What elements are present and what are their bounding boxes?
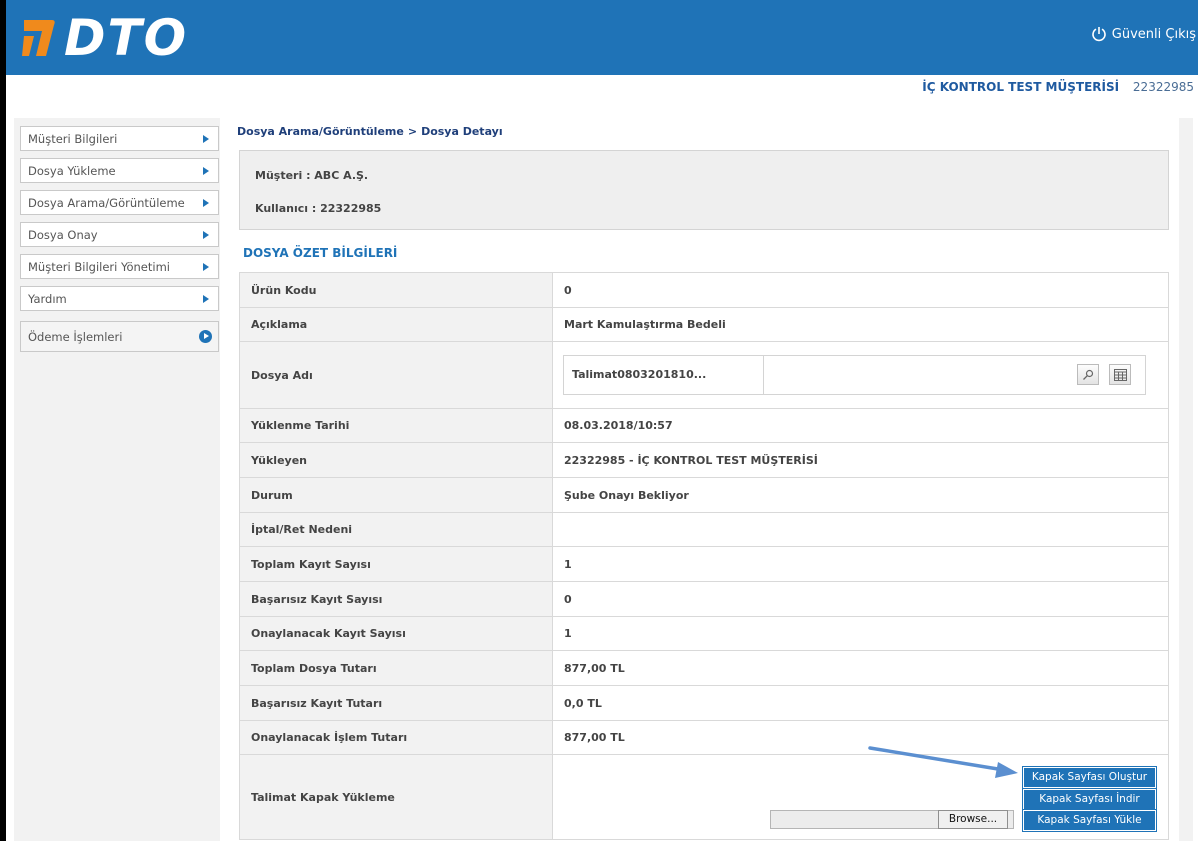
sidebar-item-dosya-arama[interactable]: Dosya Arama/Görüntüleme	[20, 190, 219, 215]
file-details-table: Ürün Kodu 0 Açıklama Mart Kamulaştırma B…	[239, 272, 1169, 840]
circle-arrow-icon	[199, 330, 212, 343]
calendar-button[interactable]	[1109, 364, 1131, 385]
download-cover-button[interactable]: Kapak Sayfası İndir	[1023, 789, 1156, 810]
caret-right-icon	[203, 167, 209, 175]
breadcrumb-parent-link[interactable]: Dosya Arama/Görüntüleme	[237, 125, 404, 138]
customer-label: Müşteri : ABC A.Ş.	[255, 169, 369, 182]
row-label: Başarısız Kayıt Sayısı	[239, 581, 553, 617]
row-label: Toplam Dosya Tutarı	[239, 650, 553, 686]
sidebar-item-label: Müşteri Bilgileri Yönetimi	[28, 259, 170, 274]
user-name: İÇ KONTROL TEST MÜŞTERİSİ	[922, 80, 1120, 94]
section-title: DOSYA ÖZET BİLGİLERİ	[243, 246, 398, 260]
row-label: Ürün Kodu	[239, 272, 553, 308]
table-row: Yükleyen 22322985 - İÇ KONTROL TEST MÜŞT…	[239, 442, 1169, 478]
row-value: 877,00 TL	[552, 650, 1169, 686]
sidebar-item-odeme-islemleri[interactable]: Ödeme İşlemleri	[20, 321, 219, 352]
logo-mark-icon	[22, 20, 55, 56]
power-icon	[1092, 27, 1106, 42]
annotation-arrow-icon	[868, 746, 1018, 778]
table-row: Toplam Dosya Tutarı 877,00 TL	[239, 650, 1169, 686]
caret-right-icon	[203, 231, 209, 239]
row-value: Mart Kamulaştırma Bedeli	[552, 307, 1169, 342]
breadcrumb-separator: >	[407, 125, 418, 138]
row-value: 22322985 - İÇ KONTROL TEST MÜŞTERİSİ	[552, 442, 1169, 478]
breadcrumb: Dosya Arama/Görüntüleme > Dosya Detayı	[237, 125, 503, 138]
row-value: 1	[552, 546, 1169, 582]
row-value	[552, 512, 1169, 547]
table-row: Durum Şube Onayı Bekliyor	[239, 477, 1169, 513]
user-id: 22322985	[1132, 80, 1194, 94]
row-value: 0	[552, 272, 1169, 308]
customer-info-box: Müşteri : ABC A.Ş. Kullanıcı : 22322985	[239, 150, 1169, 230]
caret-right-icon	[203, 199, 209, 207]
row-label: Yüklenme Tarihi	[239, 408, 553, 443]
row-value: 08.03.2018/10:57	[552, 408, 1169, 443]
browse-button[interactable]: Browse...	[938, 810, 1008, 829]
row-value: 1	[552, 616, 1169, 651]
table-row: Dosya Adı Talimat0803201810...	[239, 341, 1169, 409]
row-label: Açıklama	[239, 307, 553, 342]
breadcrumb-current: Dosya Detayı	[421, 125, 503, 138]
row-value: Kapak Sayfası Oluştur Kapak Sayfası İndi…	[552, 754, 1169, 840]
sidebar-item-dosya-yukleme[interactable]: Dosya Yükleme	[20, 158, 219, 183]
row-value: Talimat0803201810...	[552, 341, 1169, 409]
row-label: Başarısız Kayıt Tutarı	[239, 685, 553, 721]
top-header: DTO Güvenli Çıkış	[6, 0, 1198, 75]
row-label: Yükleyen	[239, 442, 553, 478]
create-cover-button[interactable]: Kapak Sayfası Oluştur	[1023, 767, 1156, 788]
row-value: 877,00 TL	[552, 720, 1169, 755]
sidebar-item-label: Müşteri Bilgileri	[28, 131, 118, 146]
row-value: Şube Onayı Bekliyor	[552, 477, 1169, 513]
table-row: Toplam Kayıt Sayısı 1	[239, 546, 1169, 582]
sidebar-item-label: Dosya Arama/Görüntüleme	[28, 195, 185, 210]
scrollbar-track[interactable]	[1179, 118, 1193, 841]
table-row: Talimat Kapak Yükleme Kapak Sayfası Oluş…	[239, 754, 1169, 840]
row-label: Onaylanacak Kayıt Sayısı	[239, 616, 553, 651]
row-value: 0,0 TL	[552, 685, 1169, 721]
sidebar-item-yardim[interactable]: Yardım	[20, 286, 219, 311]
row-label: Dosya Adı	[239, 341, 553, 409]
sidebar-item-label: Yardım	[28, 291, 67, 306]
user-info-line: İÇ KONTROL TEST MÜŞTERİSİ 22322985	[922, 80, 1194, 94]
table-row: Ürün Kodu 0	[239, 272, 1169, 308]
logo-text: DTO	[64, 9, 189, 67]
table-row: Yüklenme Tarihi 08.03.2018/10:57	[239, 408, 1169, 443]
table-row: Başarısız Kayıt Sayısı 0	[239, 581, 1169, 617]
sidebar: Müşteri Bilgileri Dosya Yükleme Dosya Ar…	[14, 118, 220, 841]
sidebar-item-label: Dosya Onay	[28, 227, 98, 242]
view-file-button[interactable]	[1077, 364, 1099, 385]
caret-right-icon	[203, 263, 209, 271]
logout-button[interactable]: Güvenli Çıkış	[1091, 26, 1196, 42]
app-window: DTO Güvenli Çıkış İÇ KONTROL TEST MÜŞTER…	[6, 0, 1198, 841]
upload-cover-button[interactable]: Kapak Sayfası Yükle	[1023, 810, 1156, 831]
table-row: İptal/Ret Nedeni	[239, 512, 1169, 547]
dto-logo: DTO	[20, 8, 188, 68]
row-label: Talimat Kapak Yükleme	[239, 754, 553, 840]
row-label: Onaylanacak İşlem Tutarı	[239, 720, 553, 755]
table-row: Başarısız Kayıt Tutarı 0,0 TL	[239, 685, 1169, 721]
row-value: 0	[552, 581, 1169, 617]
row-label: Toplam Kayıt Sayısı	[239, 546, 553, 582]
sidebar-item-dosya-onay[interactable]: Dosya Onay	[20, 222, 219, 247]
sidebar-item-musteri-bilgileri[interactable]: Müşteri Bilgileri	[20, 126, 219, 151]
row-label: İptal/Ret Nedeni	[239, 512, 553, 547]
sidebar-item-label: Ödeme İşlemleri	[28, 329, 123, 344]
calendar-icon	[1113, 369, 1127, 381]
logout-label: Güvenli Çıkış	[1111, 26, 1196, 42]
table-row: Açıklama Mart Kamulaştırma Bedeli	[239, 307, 1169, 342]
sidebar-item-musteri-yonetimi[interactable]: Müşteri Bilgileri Yönetimi	[20, 254, 219, 279]
sidebar-item-label: Dosya Yükleme	[28, 163, 116, 178]
caret-right-icon	[203, 135, 209, 143]
user-label: Kullanıcı : 22322985	[255, 202, 382, 215]
file-name: Talimat0803201810...	[564, 356, 764, 394]
table-row: Onaylanacak İşlem Tutarı 877,00 TL	[239, 720, 1169, 755]
magnifier-icon	[1083, 369, 1094, 380]
file-name-box: Talimat0803201810...	[563, 355, 1146, 395]
row-label: Durum	[239, 477, 553, 513]
table-row: Onaylanacak Kayıt Sayısı 1	[239, 616, 1169, 651]
caret-right-icon	[203, 295, 209, 303]
